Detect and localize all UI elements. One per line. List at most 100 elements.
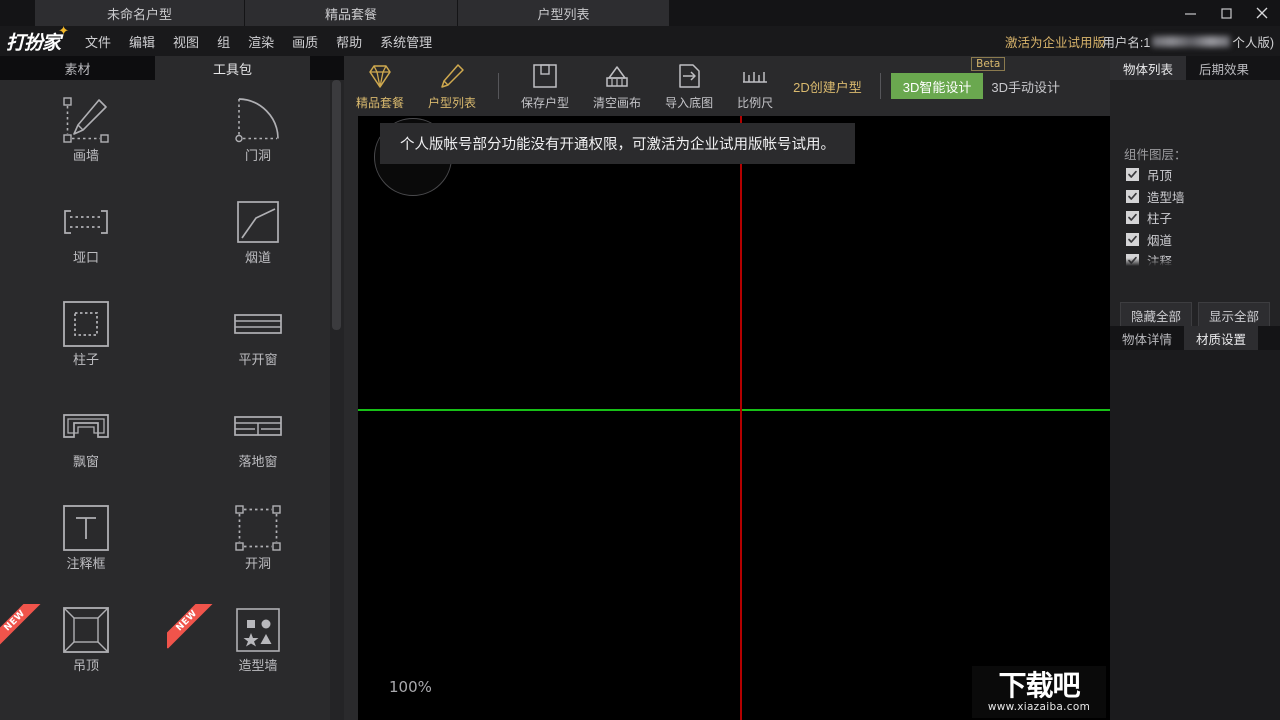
tool-bay-window[interactable]: 飘窗 (0, 396, 172, 498)
horizontal-axis-line (358, 409, 1110, 411)
broom-icon (603, 62, 631, 90)
left-panel-tabs: 素材 工具包 (0, 56, 344, 80)
toolbar-button-layout-list[interactable]: 户型列表 (416, 57, 488, 115)
tab-material-settings[interactable]: 材质设置 (1184, 326, 1258, 350)
new-badge-label: NEW (0, 604, 43, 649)
layer-row-ceiling[interactable]: 吊顶 (1126, 164, 1266, 185)
menu-item-file[interactable]: 文件 (76, 26, 120, 56)
layer-label: 吊顶 (1147, 169, 1173, 183)
show-all-button[interactable]: 显示全部 (1198, 302, 1270, 328)
toolbar-button-scale-ruler[interactable]: 比例尺 (725, 57, 785, 115)
toolbar-label: 比例尺 (737, 95, 774, 110)
menu-item-system[interactable]: 系统管理 (371, 26, 441, 56)
tab-post-effects[interactable]: 后期效果 (1186, 56, 1262, 80)
save-icon (531, 62, 559, 90)
mode-3d-smart-design[interactable]: 3D智能设计 Beta (890, 57, 1006, 99)
username-redacted (1152, 35, 1231, 47)
tool-label: 落地窗 (238, 454, 278, 469)
beta-badge: Beta (971, 57, 1006, 71)
column-icon (58, 296, 114, 352)
checkbox-checked-icon[interactable] (1126, 168, 1139, 181)
tool-row: 飘窗 落地窗 (0, 396, 344, 498)
canvas-area: ⌃ 个人版帐号部分功能没有开通权限，可激活为企业试用版帐号试用。 100% 下载… (344, 116, 1110, 720)
left-panel: 素材 工具包 画墙 门洞 垭口 烟道 柱子 平开窗 飘窗 落地窗 注释框 开洞 … (0, 56, 344, 720)
toolbar-button-premium-package[interactable]: 精品套餐 (344, 57, 416, 115)
tool-label: 门洞 (244, 148, 271, 163)
layer-label: 造型墙 (1147, 190, 1185, 205)
import-icon (675, 62, 703, 90)
tool-casement-window[interactable]: 平开窗 (172, 294, 344, 396)
menu-item-render[interactable]: 渲染 (239, 26, 283, 56)
layer-visibility-buttons: 隐藏全部 显示全部 (1110, 302, 1280, 328)
menubar: 打扮家 ✦ 文件 编辑 视图 组 渲染 画质 帮助 系统管理 激活为企业试用版 … (0, 23, 1280, 56)
tool-column[interactable]: 柱子 (0, 294, 172, 396)
menu-item-group[interactable]: 组 (208, 26, 239, 56)
tab-object-details[interactable]: 物体详情 (1110, 326, 1184, 350)
toolbar-label: 导入底图 (665, 95, 714, 110)
checkbox-checked-icon[interactable] (1126, 232, 1139, 246)
tool-text-box[interactable]: 注释框 (0, 498, 172, 600)
tool-french-window[interactable]: 落地窗 (172, 396, 344, 498)
layer-row-feature-wall[interactable]: 造型墙 (1126, 186, 1266, 207)
tool-label: 烟道 (244, 250, 271, 265)
toolbar-label: 清空画布 (593, 95, 642, 110)
left-panel-scrollbar[interactable] (330, 80, 344, 720)
close-icon[interactable] (1244, 0, 1280, 26)
mode-2d-create-layout[interactable]: 2D创建户型 (785, 73, 870, 99)
tool-label: 柱子 (72, 352, 99, 367)
application-window: 未命名户型 精品套餐 户型列表 打扮家 ✦ 文件 编辑 视图 组 渲染 画质 帮… (0, 0, 1280, 720)
tab-object-list[interactable]: 物体列表 (1110, 56, 1186, 80)
tool-label: 飘窗 (72, 454, 99, 469)
layer-row-column[interactable]: 柱子 (1126, 207, 1266, 228)
menu-item-help[interactable]: 帮助 (327, 26, 371, 56)
toolbar-label: 保存户型 (521, 95, 570, 110)
zoom-level-indicator: 100% (389, 678, 432, 696)
tool-row: 画墙 门洞 (0, 90, 344, 192)
toolbar-button-import-base-map[interactable]: 导入底图 (653, 57, 725, 115)
tool-row: 垭口 烟道 (0, 192, 344, 294)
flue-icon (230, 194, 286, 250)
layer-row-flue[interactable]: 烟道 (1126, 229, 1266, 250)
right-panel-tabs: 物体列表 后期效果 (1110, 56, 1280, 80)
toolbar-button-clear-canvas[interactable]: 清空画布 (581, 57, 653, 115)
username-prefix: 用户名:1 (1102, 35, 1151, 50)
cut-hole-icon (230, 500, 286, 556)
material-settings-body (1110, 350, 1280, 720)
tool-cut-hole[interactable]: 开洞 (172, 498, 344, 600)
app-logo[interactable]: 打扮家 ✦ (6, 23, 69, 55)
tool-label: 吊顶 (72, 658, 99, 673)
document-tab-1[interactable]: 精品套餐 (245, 0, 458, 26)
scrollbar-thumb[interactable] (332, 80, 341, 330)
tab-toolkit[interactable]: 工具包 (155, 56, 310, 80)
menu-item-quality[interactable]: 画质 (283, 26, 327, 56)
tool-label: 画墙 (72, 148, 99, 163)
tool-door-opening[interactable]: 门洞 (172, 90, 344, 192)
diamond-icon (366, 62, 394, 90)
menu-item-view[interactable]: 视图 (164, 26, 208, 56)
design-canvas[interactable]: ⌃ 个人版帐号部分功能没有开通权限，可激活为企业试用版帐号试用。 100% 下载… (358, 116, 1110, 720)
menu-item-edit[interactable]: 编辑 (120, 26, 164, 56)
tool-flue[interactable]: 烟道 (172, 192, 344, 294)
casement-window-icon (230, 296, 286, 352)
arch-opening-icon (58, 194, 114, 250)
username-display: 用户名:1 个人版) (1102, 26, 1274, 56)
tab-materials[interactable]: 素材 (0, 56, 155, 80)
layer-label: 烟道 (1147, 233, 1173, 248)
toolbar-button-save-layout[interactable]: 保存户型 (509, 57, 581, 115)
tool-row: 柱子 平开窗 (0, 294, 344, 396)
tool-arch-opening[interactable]: 垭口 (0, 192, 172, 294)
layer-list-clip-fade (1126, 258, 1266, 268)
tool-label: 垭口 (72, 250, 99, 265)
minimize-icon[interactable] (1172, 0, 1208, 26)
tool-feature-wall[interactable]: NEW 造型墙 (167, 600, 344, 702)
checkbox-checked-icon[interactable] (1126, 189, 1139, 203)
mode-3d-manual-design[interactable]: 3D手动设计 (983, 73, 1068, 99)
activate-enterprise-trial-link[interactable]: 激活为企业试用版 (1005, 26, 1105, 56)
tool-ceiling[interactable]: NEW 吊顶 (0, 600, 172, 702)
new-badge-ribbon: NEW (0, 604, 47, 656)
checkbox-checked-icon[interactable] (1126, 211, 1139, 224)
document-tab-2[interactable]: 户型列表 (458, 0, 670, 26)
tool-draw-wall[interactable]: 画墙 (0, 90, 172, 192)
maximize-icon[interactable] (1208, 0, 1244, 26)
hide-all-button[interactable]: 隐藏全部 (1120, 302, 1192, 328)
